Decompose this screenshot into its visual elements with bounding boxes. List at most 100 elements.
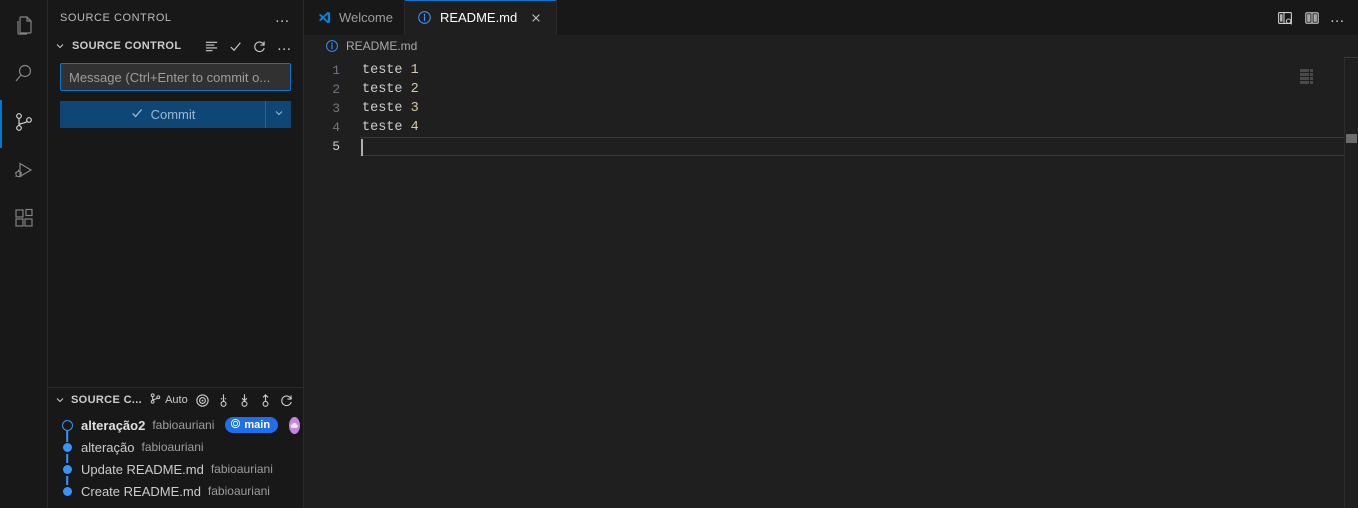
activity-bar-item-run-debug[interactable] — [0, 148, 48, 196]
scm-section-header[interactable]: SOURCE CONTROL … — [48, 35, 303, 57]
editor-actions: … — [1272, 0, 1358, 35]
open-preview-icon[interactable] — [1272, 4, 1298, 32]
pull-icon[interactable] — [234, 390, 255, 410]
ellipsis-icon[interactable]: … — [1326, 10, 1350, 25]
code-text: teste — [362, 63, 411, 78]
graph-node — [60, 442, 74, 463]
sidebar-title-bar: SOURCE CONTROL … — [48, 0, 303, 35]
code-number-token: 2 — [410, 82, 419, 97]
avatar — [289, 416, 301, 434]
commit-message: alteração — [81, 439, 135, 455]
editor-vertical-scrollbar[interactable] — [1344, 57, 1358, 508]
refresh-icon[interactable] — [276, 390, 297, 410]
ellipsis-icon[interactable]: … — [273, 38, 297, 53]
refresh-icon[interactable] — [249, 36, 271, 56]
fetch-icon[interactable] — [213, 390, 234, 410]
vscode-window: SOURCE CONTROL … SOURCE CONTROL … Messag… — [0, 0, 1358, 508]
line-number: 3 — [332, 101, 340, 116]
line-number: 4 — [332, 120, 340, 135]
commit-list-item[interactable]: alteração2 fabioauriani main — [48, 414, 303, 442]
code-line: teste 3 — [360, 99, 1358, 118]
scm-section-actions: … — [201, 36, 297, 56]
target-icon[interactable] — [192, 390, 213, 410]
run-debug-icon — [12, 158, 36, 187]
chevron-down-icon — [273, 106, 285, 124]
code-text: teste — [362, 82, 411, 97]
code-line: teste 1 — [360, 61, 1358, 80]
commit-message: Create README.md — [81, 483, 201, 499]
text-caret — [361, 139, 363, 156]
line-number-current: 5 — [332, 139, 340, 154]
commit-dropdown-button[interactable] — [265, 101, 291, 128]
sidebar-more-icon[interactable]: … — [271, 10, 295, 25]
source-control-icon — [149, 392, 162, 408]
tab-close-icon[interactable] — [527, 9, 545, 27]
commit-list: alteração2 fabioauriani main alteração f… — [48, 412, 303, 502]
commit-message-input[interactable] — [60, 63, 291, 91]
graph-auto-chip[interactable]: Auto — [149, 392, 188, 408]
scm-section-label: SOURCE CONTROL — [72, 40, 182, 52]
code-number-token: 3 — [410, 101, 419, 116]
commit-author: fabioauriani — [207, 484, 270, 498]
commit-message: Update README.md — [81, 461, 204, 477]
line-number-gutter: 1 2 3 4 5 — [304, 57, 360, 508]
branch-badge[interactable]: main — [225, 417, 279, 433]
graph-node — [60, 464, 74, 485]
current-line-highlight — [360, 137, 1344, 156]
sidebar-empty-space — [48, 128, 303, 387]
line-number: 1 — [332, 63, 340, 78]
activity-bar-item-source-control[interactable] — [0, 100, 48, 148]
vscode-logo-icon — [316, 10, 332, 26]
sidebar: SOURCE CONTROL … SOURCE CONTROL … Messag… — [48, 0, 304, 508]
graph-node-head — [60, 419, 74, 442]
scrollbar-slider[interactable] — [1346, 134, 1357, 143]
target-icon — [230, 418, 241, 432]
code-text: teste — [362, 120, 411, 135]
split-editor-icon[interactable] — [1299, 4, 1325, 32]
commit-author: fabioauriani — [141, 440, 204, 454]
code-line: teste 2 — [360, 80, 1358, 99]
list-icon[interactable] — [201, 36, 223, 56]
code-text: teste — [362, 101, 411, 116]
push-icon[interactable] — [255, 390, 276, 410]
tab-welcome[interactable]: Welcome — [304, 0, 405, 35]
source-control-icon — [12, 110, 36, 139]
commit-list-item[interactable]: Create README.md fabioauriani — [48, 480, 303, 502]
branch-badge-label: main — [244, 419, 271, 431]
chevron-down-icon — [52, 392, 68, 408]
tab-label: README.md — [439, 10, 518, 25]
commit-button-label: Commit — [150, 107, 196, 122]
graph-section-actions — [192, 390, 297, 410]
editor-group: Welcome README.md … README.md 1 2 3 4 5 … — [304, 0, 1358, 508]
commit-message: alteração2 — [81, 417, 146, 433]
activity-bar-item-search[interactable] — [0, 52, 48, 100]
scrollbar-top-marker — [1344, 57, 1358, 58]
graph-section-header[interactable]: SOURCE C... Auto — [48, 388, 303, 412]
search-icon — [12, 62, 36, 91]
scm-commit-box: Commit — [48, 57, 303, 128]
commit-list-item[interactable]: alteração fabioauriani — [48, 436, 303, 463]
extensions-icon — [12, 206, 36, 235]
graph-node — [60, 486, 74, 496]
sidebar-title: SOURCE CONTROL — [60, 11, 172, 24]
scm-graph-section: SOURCE C... Auto alteração2 fabioauriani… — [48, 387, 303, 508]
markdown-info-icon — [324, 38, 340, 54]
check-icon — [130, 106, 144, 123]
chevron-down-icon — [52, 38, 68, 54]
code-number-token: 4 — [410, 120, 419, 135]
tab-readme-md[interactable]: README.md — [404, 0, 558, 35]
files-icon — [12, 14, 36, 43]
activity-bar-item-explorer[interactable] — [0, 4, 48, 52]
commit-author: fabioauriani — [152, 418, 215, 432]
code-lines[interactable]: teste 1 teste 2 teste 3 teste 4 — [360, 57, 1358, 508]
code-editor[interactable]: 1 2 3 4 5 teste 1 teste 2 teste 3 teste … — [304, 57, 1358, 508]
commit-button[interactable]: Commit — [60, 101, 265, 128]
editor-tab-bar: Welcome README.md … — [304, 0, 1358, 35]
line-number: 2 — [332, 82, 340, 97]
commit-list-item[interactable]: Update README.md fabioauriani — [48, 458, 303, 485]
check-icon[interactable] — [225, 36, 247, 56]
cloud-icon — [290, 422, 299, 428]
graph-auto-label: Auto — [165, 394, 188, 406]
activity-bar-item-extensions[interactable] — [0, 196, 48, 244]
commit-author: fabioauriani — [210, 462, 273, 476]
